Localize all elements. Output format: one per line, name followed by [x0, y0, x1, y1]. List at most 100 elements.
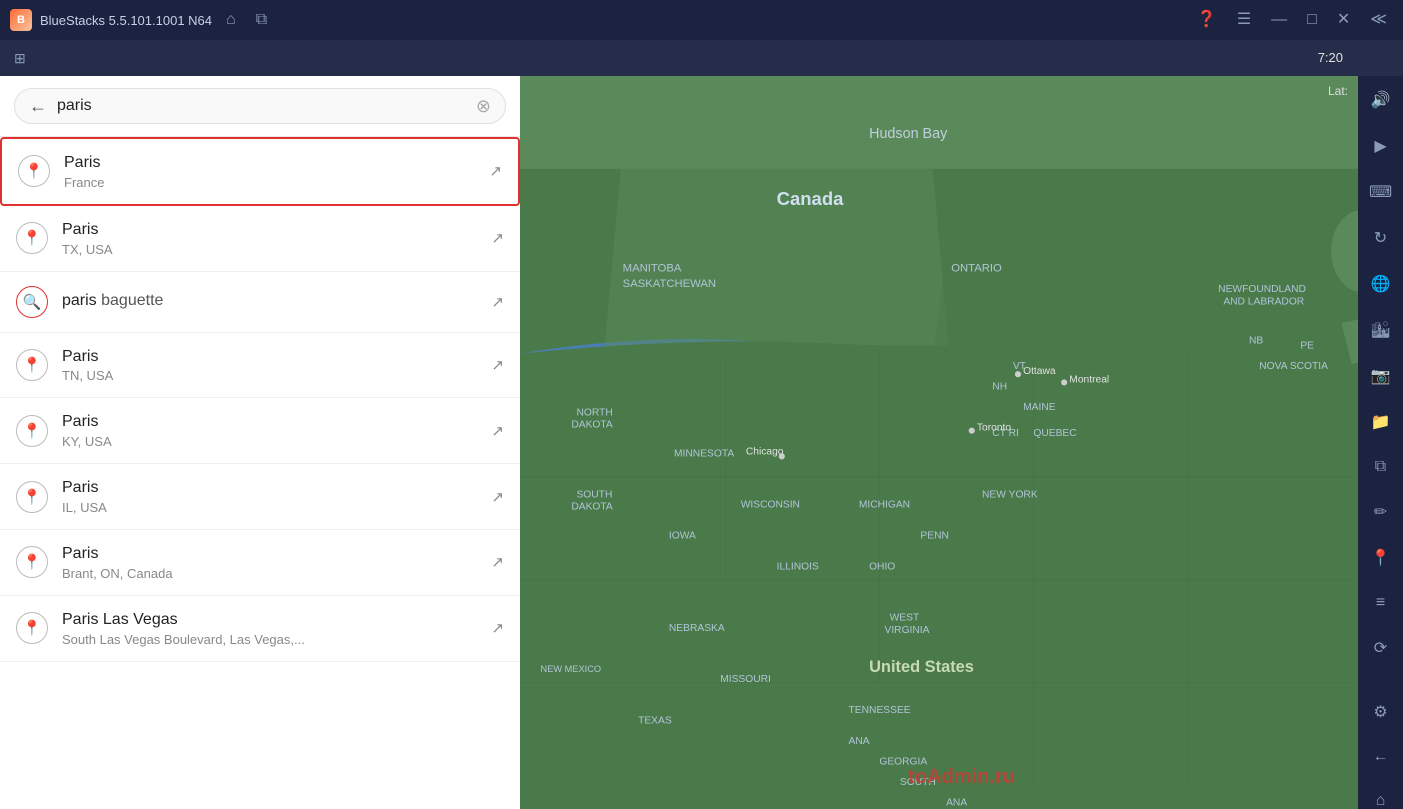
right-sidebar: 🔊 ▶ ⌨ ↻ 🌐 🏙 📷 📁 ⧉ ✏ 📍 ≡ ⟳ ⚙ ← ⌂	[1358, 76, 1403, 809]
result-name: paris baguette	[62, 291, 477, 312]
result-name: Paris	[62, 544, 477, 565]
clear-button[interactable]: ⊗	[476, 97, 491, 115]
result-text: Paris TN, USA	[62, 347, 477, 384]
result-text: Paris Brant, ON, Canada	[62, 544, 477, 581]
settings-icon[interactable]: ⚙	[1369, 698, 1391, 726]
arrow-icon: ↗	[491, 293, 504, 311]
location-pin-icon: 📍	[16, 481, 48, 513]
result-text: Paris TX, USA	[62, 220, 477, 257]
close-btn[interactable]: ✕	[1331, 8, 1356, 32]
rotate-icon[interactable]: ↻	[1370, 224, 1391, 252]
result-sub: TN, USA	[62, 368, 477, 383]
arrow-icon: ↗	[491, 619, 504, 637]
left-panel: ← ⊗ 📍 Paris France ↗ 📍 Paris T	[0, 76, 520, 809]
multi-window-btn[interactable]: ⧉	[250, 8, 273, 32]
result-sub: KY, USA	[62, 434, 477, 449]
svg-text:Ottawa: Ottawa	[1023, 366, 1056, 377]
svg-text:WISCONSIN: WISCONSIN	[741, 500, 800, 511]
result-sub: France	[64, 175, 475, 190]
arrow-icon: ↗	[491, 488, 504, 506]
svg-text:MISSOURI: MISSOURI	[720, 674, 771, 685]
expand-btn[interactable]: ≪	[1364, 8, 1393, 32]
minimize-btn[interactable]: —	[1265, 8, 1293, 32]
home-nav-icon[interactable]: ⌂	[1372, 788, 1390, 809]
time-display: 7:20	[1318, 40, 1343, 76]
location-pin-icon: 📍	[16, 415, 48, 447]
result-name: Paris	[64, 153, 475, 174]
svg-text:SASKATCHEWAN: SASKATCHEWAN	[623, 278, 716, 290]
toolbar: ⊞ 7:20	[0, 40, 1403, 76]
stack-icon[interactable]: ≡	[1372, 590, 1389, 616]
svg-text:DAKOTA: DAKOTA	[571, 420, 613, 431]
volume-icon[interactable]: 🔊	[1367, 86, 1395, 114]
result-item[interactable]: 📍 Paris Brant, ON, Canada ↗	[0, 530, 520, 596]
search-input[interactable]	[57, 97, 466, 115]
search-input-wrap: ← ⊗	[14, 88, 506, 124]
back-button[interactable]: ←	[29, 97, 47, 115]
result-item[interactable]: 📍 Paris IL, USA ↗	[0, 464, 520, 530]
maximize-btn[interactable]: □	[1301, 8, 1323, 32]
result-name: Paris	[62, 347, 477, 368]
map-background: Hudson Bay Canada MANITOBA SASKATCHEWAN …	[520, 76, 1403, 809]
svg-text:MANITOBA: MANITOBA	[623, 263, 682, 275]
svg-text:NORTH: NORTH	[576, 407, 612, 418]
folder-icon[interactable]: 📁	[1367, 408, 1395, 436]
result-item[interactable]: 📍 Paris France ↗	[0, 137, 520, 206]
result-item[interactable]: 📍 Paris Las Vegas South Las Vegas Boulev…	[0, 596, 520, 662]
globe-icon[interactable]: 🌐	[1367, 270, 1395, 298]
svg-text:MINNESOTA: MINNESOTA	[674, 448, 734, 459]
watermark: toAdmin.ru	[908, 766, 1015, 789]
layers-icon[interactable]: ⧉	[1371, 454, 1390, 480]
svg-text:NH: NH	[992, 382, 1007, 393]
lat-label: Lat:	[1328, 84, 1348, 98]
search-bar: ← ⊗	[0, 76, 520, 137]
app-title: BlueStacks 5.5.101.1001 N64	[40, 13, 212, 28]
arrow-icon: ↗	[491, 553, 504, 571]
result-text: Paris Las Vegas South Las Vegas Boulevar…	[62, 610, 477, 647]
map-area[interactable]: Hudson Bay Canada MANITOBA SASKATCHEWAN …	[520, 76, 1403, 809]
screenshot-icon[interactable]: 📷	[1367, 362, 1395, 390]
svg-text:ILLINOIS: ILLINOIS	[777, 561, 819, 572]
svg-text:IOWA: IOWA	[669, 531, 696, 542]
location-pin-icon: 📍	[18, 155, 50, 187]
home-btn[interactable]: ⌂	[220, 8, 242, 32]
toolbar-grid-icon[interactable]: ⊞	[8, 46, 32, 71]
result-text: Paris France	[64, 153, 475, 190]
svg-text:Canada: Canada	[777, 188, 844, 209]
svg-text:NOVA SCOTIA: NOVA SCOTIA	[1259, 361, 1328, 372]
result-sub: Brant, ON, Canada	[62, 566, 477, 581]
svg-text:United States: United States	[869, 658, 974, 676]
result-item[interactable]: 🔍 paris baguette ↗	[0, 272, 520, 333]
result-name: Paris	[62, 220, 477, 241]
results-list: 📍 Paris France ↗ 📍 Paris TX, USA ↗ 🔍	[0, 137, 520, 809]
play-icon[interactable]: ▶	[1370, 132, 1390, 160]
location-pin-icon: 📍	[16, 349, 48, 381]
svg-text:PE: PE	[1300, 341, 1314, 352]
back-nav-icon[interactable]: ←	[1369, 744, 1393, 770]
svg-text:WEST: WEST	[890, 613, 920, 624]
svg-text:AND LABRADOR: AND LABRADOR	[1223, 296, 1304, 307]
pin-sidebar-icon[interactable]: 📍	[1367, 544, 1395, 572]
svg-text:SOUTH: SOUTH	[576, 489, 612, 500]
svg-text:ONTARIO: ONTARIO	[951, 263, 1002, 275]
menu-btn[interactable]: ☰	[1231, 8, 1257, 32]
result-item[interactable]: 📍 Paris TX, USA ↗	[0, 206, 520, 272]
svg-text:NB: NB	[1249, 335, 1263, 346]
svg-text:NEW YORK: NEW YORK	[982, 489, 1038, 500]
app-logo: B	[10, 9, 32, 31]
main-layout: ← ⊗ 📍 Paris France ↗ 📍 Paris T	[0, 76, 1403, 809]
help-btn[interactable]: ❓	[1191, 8, 1223, 32]
svg-text:QUEBEC: QUEBEC	[1033, 428, 1077, 439]
refresh-icon[interactable]: ⟳	[1370, 634, 1391, 662]
svg-text:Toronto: Toronto	[977, 423, 1011, 434]
result-item[interactable]: 📍 Paris KY, USA ↗	[0, 398, 520, 464]
city-icon[interactable]: 🏙	[1366, 316, 1394, 344]
keyboard-icon[interactable]: ⌨	[1365, 178, 1396, 206]
svg-text:Chicago: Chicago	[746, 446, 784, 457]
svg-text:TENNESSEE: TENNESSEE	[849, 705, 911, 716]
arrow-icon: ↗	[491, 422, 504, 440]
edit-icon[interactable]: ✏	[1370, 498, 1391, 526]
arrow-icon: ↗	[491, 356, 504, 374]
result-text: Paris KY, USA	[62, 412, 477, 449]
result-item[interactable]: 📍 Paris TN, USA ↗	[0, 333, 520, 399]
